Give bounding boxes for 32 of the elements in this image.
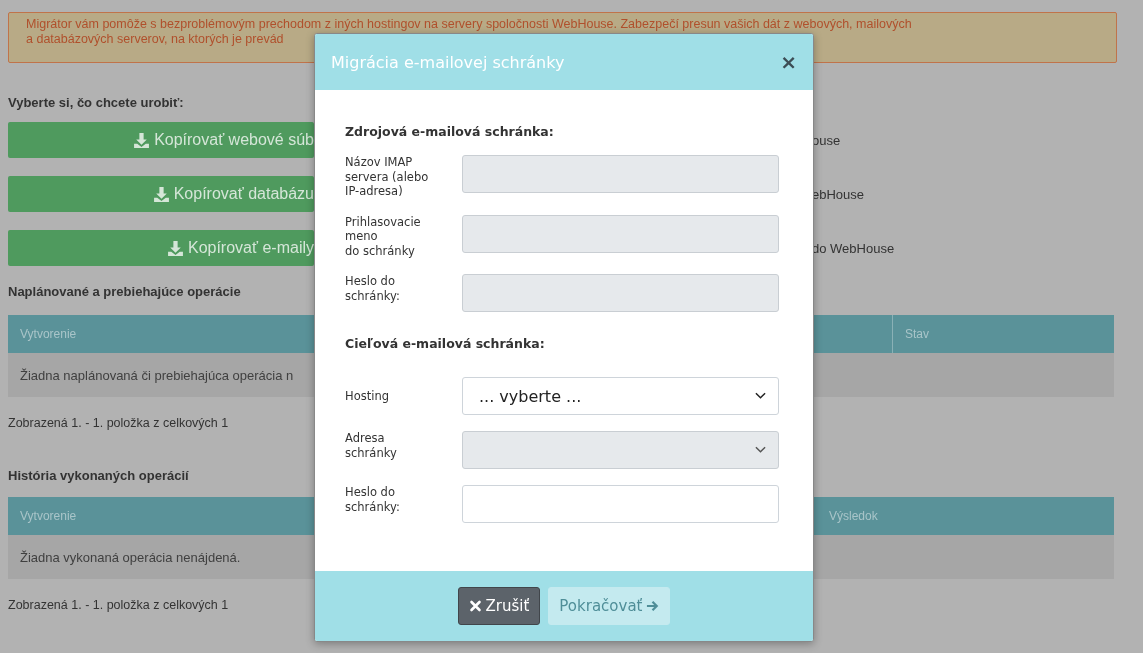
- column-header: Vytvorenie: [19, 509, 78, 523]
- download-icon: [133, 131, 151, 149]
- input-field[interactable]: [462, 485, 779, 523]
- select-field[interactable]: ... vyberte ...: [462, 377, 779, 415]
- field-label: Hosting: [345, 388, 390, 404]
- pagination-text: Zobrazená 1. - 1. položka z celkových 1: [8, 416, 229, 432]
- action-description: ebHouse: [812, 186, 865, 202]
- field-label: Heslo do schránky:: [345, 274, 401, 303]
- field-label: Prihlasovacie meno do schránky: [345, 214, 422, 258]
- close-icon: [468, 600, 482, 612]
- field-label: Heslo do schránky:: [345, 485, 401, 514]
- arrow-right-icon: [646, 600, 660, 612]
- section-title: História vykonaných operácií: [8, 468, 189, 483]
- field-label: Názov IMAP servera (alebo IP-adresa): [345, 155, 430, 199]
- prompt-text: Vyberte si, čo chcete urobiť:: [8, 95, 184, 110]
- group-heading: Zdrojová e-mailová schránka:: [345, 124, 555, 139]
- download-icon: [152, 185, 170, 203]
- chevron-down-icon: [755, 392, 766, 400]
- section-title: Naplánované a prebiehajúce operácie: [8, 284, 241, 299]
- cancel-button[interactable]: Zrušiť: [457, 587, 541, 625]
- download-icon: [166, 239, 184, 257]
- pagination-text: Zobrazená 1. - 1. položka z celkových 1: [8, 598, 229, 614]
- column-header: Stav: [904, 327, 929, 341]
- copy-button[interactable]: Kopírovať webové súb: [8, 122, 314, 158]
- empty-message: Žiadna vykonaná operácia nenájdená.: [19, 549, 241, 565]
- chevron-down-icon: [755, 446, 766, 454]
- empty-message: Žiadna naplánovaná či prebiehajúca operácia n: [19, 367, 294, 383]
- group-heading: Cieľová e-mailová schránka:: [345, 336, 546, 351]
- copy-button[interactable]: Kopírovať e-maily: [8, 230, 314, 266]
- column-header: Výsledok: [828, 509, 878, 523]
- field-label: Adresa schránky: [345, 431, 398, 460]
- copy-button[interactable]: Kopírovať databázu: [8, 176, 314, 212]
